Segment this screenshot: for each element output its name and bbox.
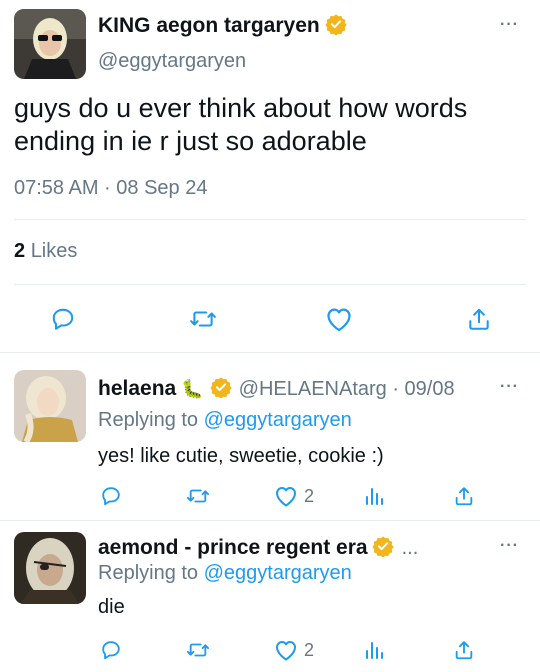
reply-avatar-aemond[interactable] [14, 532, 86, 604]
reply-button[interactable] [46, 302, 80, 336]
likes-label: Likes [30, 240, 78, 262]
divider [14, 219, 526, 220]
analytics-icon [366, 642, 383, 659]
retweet-button[interactable] [184, 637, 212, 663]
like-count: 2 [304, 485, 315, 506]
reply-icon [102, 487, 120, 506]
share-icon [469, 308, 489, 330]
retweet-button[interactable] [184, 483, 212, 509]
verified-badge-icon [325, 13, 347, 40]
reply-icon [52, 308, 74, 330]
verified-badge-icon [210, 376, 232, 403]
more-options-icon[interactable]: ··· [500, 537, 519, 555]
likes-count: 2 [14, 240, 26, 262]
share-button[interactable] [452, 483, 476, 509]
reply-header: aemond - prince regent era ... [98, 535, 418, 561]
divider [0, 520, 540, 521]
reply-icon [102, 641, 120, 660]
share-button[interactable] [452, 637, 476, 663]
replying-handle-link[interactable]: @eggytargaryen [204, 409, 352, 431]
reply-button[interactable] [98, 483, 124, 509]
verified-badge-icon [371, 535, 394, 562]
reply-display-name[interactable]: aemond - prince regent era [98, 536, 368, 560]
divider [14, 284, 526, 285]
more-options-icon[interactable]: ··· [500, 378, 519, 396]
more-options-icon[interactable]: ··· [500, 16, 519, 34]
heart-icon [327, 308, 351, 332]
replying-handle-link[interactable]: @eggytargaryen [204, 562, 352, 584]
reply-text: die [98, 596, 125, 618]
heart-icon [276, 487, 296, 507]
replying-to: Replying to @eggytargaryen [98, 562, 352, 585]
share-icon [455, 487, 473, 506]
analytics-button[interactable] [362, 637, 386, 663]
retweet-icon [187, 643, 209, 657]
retweet-button[interactable] [186, 302, 220, 336]
share-button[interactable] [462, 302, 496, 336]
divider [0, 352, 540, 353]
avatar[interactable] [14, 9, 86, 79]
reply-display-name[interactable]: helaena [98, 377, 176, 401]
retweet-icon [187, 489, 209, 503]
replying-to: Replying to @eggytargaryen [98, 409, 352, 432]
tweet-timestamp[interactable]: 07:58 AM · 08 Sep 24 [14, 177, 207, 200]
reply-header: helaena 🐛 @HELAENAtarg · 09/08 [98, 376, 455, 402]
like-button[interactable]: 2 [274, 637, 314, 663]
like-button[interactable] [322, 302, 356, 336]
reply-button[interactable] [98, 637, 124, 663]
analytics-button[interactable] [362, 483, 386, 509]
replying-prefix: Replying to [98, 562, 199, 584]
author-display-name[interactable]: KING aegon targaryen [98, 14, 320, 38]
share-icon [455, 641, 473, 660]
likes-stat[interactable]: 2 Likes [14, 240, 77, 263]
tweet-text: guys do u ever think about how words end… [14, 93, 468, 156]
reply-text: yes! like cutie, sweetie, cookie :) [98, 445, 384, 467]
analytics-icon [366, 488, 383, 505]
author-name-row: KING aegon targaryen [98, 13, 347, 39]
reply-avatar-helaena[interactable] [14, 370, 86, 442]
replying-prefix: Replying to [98, 409, 199, 431]
caterpillar-emoji-icon: 🐛 [181, 378, 204, 399]
like-count: 2 [304, 639, 315, 660]
reply-handle-date[interactable]: @HELAENAtarg · 09/08 [239, 378, 455, 401]
author-handle[interactable]: @eggytargaryen [98, 50, 246, 73]
heart-icon [276, 641, 296, 661]
truncation-ellipsis: ... [401, 536, 419, 559]
like-button[interactable]: 2 [274, 483, 314, 509]
retweet-icon [190, 311, 216, 327]
